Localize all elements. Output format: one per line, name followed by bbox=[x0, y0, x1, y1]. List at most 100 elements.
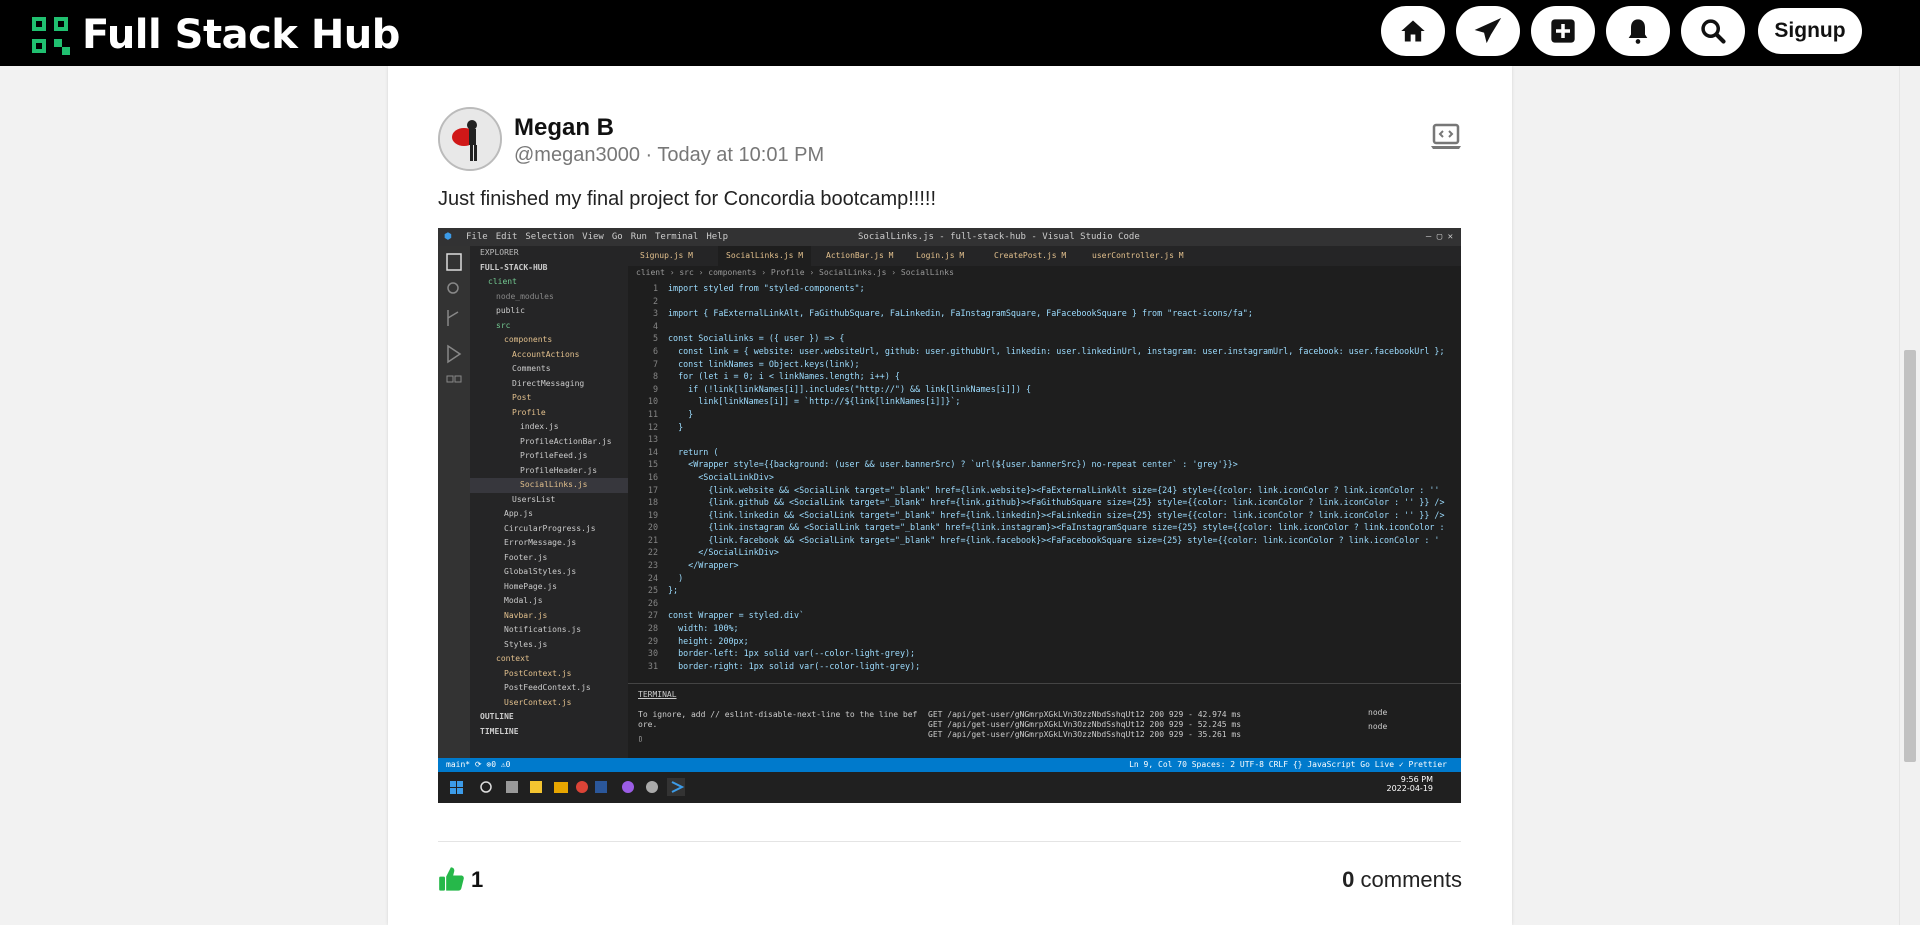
code-text: } bbox=[668, 408, 694, 419]
vscode-explorer: EXPLORER FULL-STACK-HUB client node_modu… bbox=[470, 246, 628, 771]
code-text: if (!link[linkNames[i]].includes("http:/… bbox=[668, 383, 1032, 394]
line-number: 24 bbox=[647, 572, 658, 583]
menu-selection: Selection bbox=[525, 232, 575, 242]
code-text: import styled from "styled-components"; bbox=[668, 283, 865, 293]
code-line: 2 bbox=[628, 295, 1461, 308]
view-code-button[interactable] bbox=[1430, 122, 1462, 152]
code-line: 20 {link.instagram && <SocialLink target… bbox=[628, 521, 1461, 534]
terminal-session: node bbox=[1368, 708, 1388, 717]
line-number: 7 bbox=[652, 358, 658, 369]
terminal-line: GET /api/get-user/gNGmrpXGkLVn3OzzNbdSsh… bbox=[928, 710, 1242, 719]
comment-count: 0 bbox=[1342, 867, 1355, 892]
menu-file: File bbox=[466, 232, 488, 242]
explorer-item: Notifications.js bbox=[504, 625, 582, 634]
line-number: 8 bbox=[652, 371, 658, 382]
line-number: 12 bbox=[647, 421, 658, 432]
laptop-code-icon bbox=[1431, 123, 1461, 149]
line-number: 20 bbox=[647, 522, 658, 533]
editor-breadcrumb: client › src › components › Profile › So… bbox=[636, 268, 954, 277]
line-number: 27 bbox=[647, 610, 658, 621]
code-text: <SocialLinkDiv> bbox=[668, 471, 774, 482]
activity-icons bbox=[446, 253, 462, 383]
line-number: 25 bbox=[647, 585, 658, 596]
terminal-line: ore. bbox=[638, 720, 658, 729]
explorer-item: UserContext.js bbox=[504, 697, 572, 707]
editor-tab: Login.js M bbox=[916, 251, 965, 260]
code-line: 11 } bbox=[628, 408, 1461, 421]
code-line: 25}; bbox=[628, 584, 1461, 597]
code-text: } bbox=[668, 421, 684, 432]
top-navbar: Full Stack Hub Signup bbox=[0, 0, 1920, 66]
explorer-item: components bbox=[504, 335, 553, 344]
author-meta: @megan3000 · Today at 10:01 PM bbox=[514, 144, 825, 166]
like-button[interactable] bbox=[438, 865, 466, 893]
code-text: }; bbox=[668, 585, 679, 596]
terminal-line: GET /api/get-user/gNGmrpXGkLVn3OzzNbdSsh… bbox=[928, 730, 1242, 739]
create-post-button[interactable] bbox=[1531, 6, 1595, 56]
explorer-item: FULL-STACK-HUB bbox=[480, 262, 548, 272]
vscode-statusbar: main* ⟳ ⊗0 ⚠0 Ln 9, Col 70 Spaces: 2 UTF… bbox=[438, 758, 1461, 772]
vscode-window-title: SocialLinks.js - full-stack-hub - Visual… bbox=[858, 232, 1140, 242]
paper-plane-icon bbox=[1474, 18, 1502, 44]
code-text: const linkNames = Object.keys(link); bbox=[668, 358, 860, 369]
explorer-item: SocialLinks.js bbox=[470, 478, 628, 493]
editor-tab: userController.js M bbox=[1092, 251, 1184, 260]
messages-button[interactable] bbox=[1456, 6, 1520, 56]
explorer-item: CircularProgress.js bbox=[504, 523, 596, 533]
comments-link[interactable]: 0 comments bbox=[1342, 867, 1462, 893]
explorer-item: DirectMessaging bbox=[512, 378, 585, 388]
post-text: Just finished my final project for Conco… bbox=[438, 188, 937, 210]
explorer-title: EXPLORER bbox=[480, 248, 519, 257]
line-number: 9 bbox=[652, 383, 658, 394]
search-button[interactable] bbox=[1681, 6, 1745, 56]
explorer-item: public bbox=[496, 306, 525, 315]
menu-edit: Edit bbox=[495, 232, 518, 242]
code-text: {link.instagram && <SocialLink target="_… bbox=[668, 522, 1445, 533]
author-name[interactable]: Megan B bbox=[514, 114, 614, 142]
explorer-item: Post bbox=[512, 393, 532, 402]
code-line: 23 </Wrapper> bbox=[628, 559, 1461, 572]
terminal-label: TERMINAL bbox=[638, 690, 677, 699]
terminal-line: GET /api/get-user/gNGmrpXGkLVn3OzzNbdSsh… bbox=[928, 720, 1242, 729]
menu-view: View bbox=[582, 232, 604, 242]
line-number: 31 bbox=[647, 660, 658, 671]
code-line: 24 ) bbox=[628, 572, 1461, 585]
explorer-item: ErrorMessage.js bbox=[504, 538, 577, 547]
windows-taskbar: 9:56 PM 2022-04-19 bbox=[438, 772, 1461, 803]
brand[interactable]: Full Stack Hub bbox=[32, 12, 400, 58]
code-text: {link.facebook && <SocialLink target="_b… bbox=[668, 534, 1440, 545]
line-number: 10 bbox=[647, 396, 658, 407]
code-line: 18 {link.github && <SocialLink target="_… bbox=[628, 496, 1461, 509]
code-line: 19 {link.linkedin && <SocialLink target=… bbox=[628, 509, 1461, 522]
code-line: 16 <SocialLinkDiv> bbox=[628, 471, 1461, 484]
avatar[interactable] bbox=[438, 107, 502, 171]
signup-button[interactable]: Signup bbox=[1758, 8, 1862, 54]
explorer-item: client bbox=[488, 277, 517, 286]
line-number: 1 bbox=[652, 283, 658, 293]
home-button[interactable] bbox=[1381, 6, 1445, 56]
explorer-item: Navbar.js bbox=[504, 610, 548, 620]
line-number: 14 bbox=[647, 446, 658, 457]
code-text: ) bbox=[668, 572, 684, 583]
line-number: 16 bbox=[647, 471, 658, 482]
taskbar-clock: 9:56 PM 2022-04-19 bbox=[1387, 775, 1434, 793]
editor-tab: CreatePost.js M bbox=[994, 251, 1067, 260]
line-number: 29 bbox=[647, 635, 658, 646]
code-line: 7 const linkNames = Object.keys(link); bbox=[628, 358, 1461, 371]
explorer-item: PostFeedContext.js bbox=[504, 683, 591, 692]
explorer-item: Profile bbox=[512, 407, 546, 417]
brand-title: Full Stack Hub bbox=[82, 12, 400, 58]
terminal-line: ▯ bbox=[638, 734, 643, 743]
scrollbar-thumb[interactable] bbox=[1904, 350, 1916, 762]
code-line: 31 border-right: 1px solid var(--color-l… bbox=[628, 660, 1461, 673]
like-count: 1 bbox=[471, 867, 484, 892]
explorer-item: Comments bbox=[512, 364, 551, 373]
code-text: width: 100%; bbox=[668, 623, 739, 634]
post-image[interactable]: ⬢ File Edit Selection View Go Run Terminal Help… bbox=[438, 228, 1461, 803]
line-number: 18 bbox=[647, 497, 658, 508]
page-scrollbar[interactable] bbox=[1899, 66, 1920, 925]
nav-actions: Signup bbox=[1381, 6, 1862, 56]
notifications-button[interactable] bbox=[1606, 6, 1670, 56]
code-text: for (let i = 0; i < linkNames.length; i+… bbox=[668, 371, 900, 382]
comment-label: comments bbox=[1360, 867, 1462, 892]
